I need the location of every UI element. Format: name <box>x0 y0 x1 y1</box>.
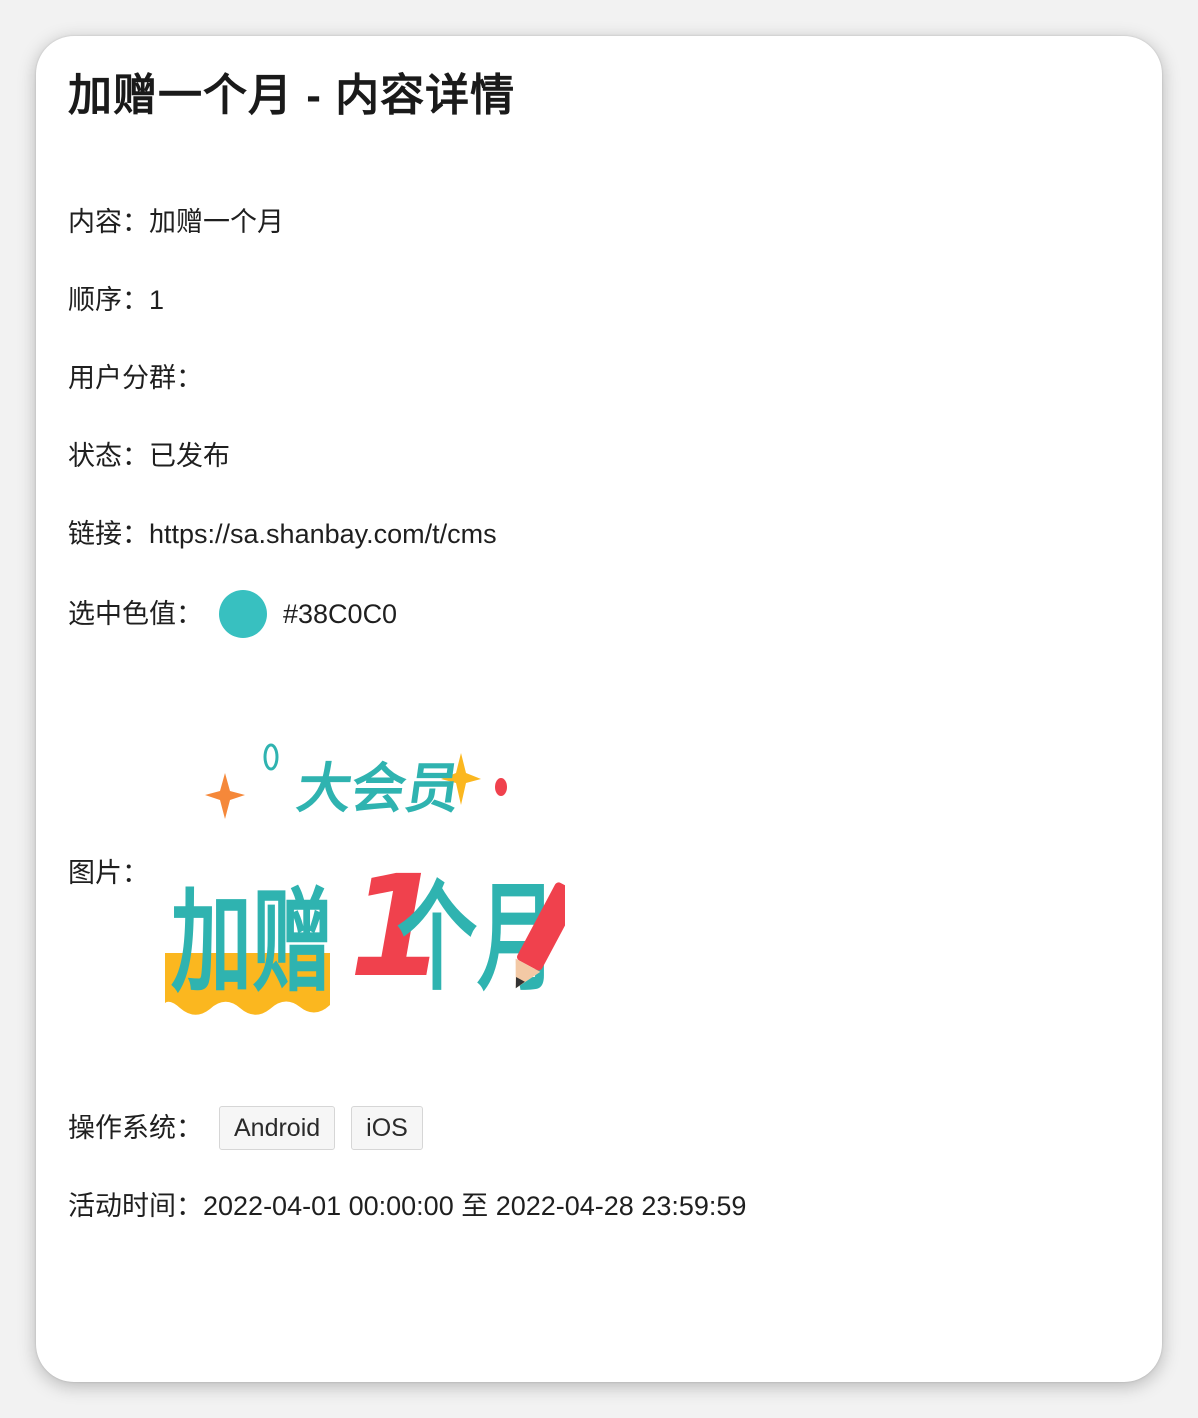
segment-label: 用户分群： <box>68 363 203 393</box>
os-tag-android: Android <box>219 1106 336 1150</box>
page-title: 加赠一个月 - 内容详情 <box>68 71 516 120</box>
os-label: 操作系统： <box>68 1113 203 1143</box>
link-label: 链接： <box>68 519 149 549</box>
status-value: 已发布 <box>149 441 230 471</box>
content-label: 内容： <box>68 207 149 237</box>
detail-card: 加赠一个月 - 内容详情 内容： 加赠一个月 顺序： 1 用户分群： 状态： 已… <box>36 36 1162 1382</box>
color-value: #38C0C0 <box>283 599 398 629</box>
time-value: 2022-04-01 00:00:00 至 2022-04-28 23:59:5… <box>203 1191 747 1221</box>
color-row: 选中色值： #38C0C0 <box>68 590 397 638</box>
ring-shape <box>263 743 279 771</box>
order-label: 顺序： <box>68 285 149 315</box>
status-row: 状态： 已发布 <box>68 438 230 474</box>
sparkle-left-shape <box>205 773 245 819</box>
image-label: 图片： <box>68 858 149 888</box>
content-row: 内容： 加赠一个月 <box>68 204 284 240</box>
banner-image: 大会员 加赠 1 个月 <box>165 723 565 1023</box>
link-value: https://sa.shanbay.com/t/cms <box>149 519 497 549</box>
os-tag-ios: iOS <box>351 1106 423 1150</box>
segment-row: 用户分群： <box>68 360 203 396</box>
link-row: 链接： https://sa.shanbay.com/t/cms <box>68 516 497 552</box>
content-value: 加赠一个月 <box>149 207 284 237</box>
color-swatch <box>219 590 267 638</box>
os-row: 操作系统： Android iOS <box>68 1105 423 1151</box>
color-label: 选中色值： <box>68 599 203 629</box>
image-row: 图片： 大会员 加赠 1 个月 <box>68 686 565 1060</box>
status-label: 状态： <box>68 441 149 471</box>
order-row: 顺序： 1 <box>68 282 164 318</box>
time-row: 活动时间： 2022-04-01 00:00:00 至 2022-04-28 2… <box>68 1188 746 1224</box>
order-value: 1 <box>149 285 165 315</box>
time-label: 活动时间： <box>68 1191 203 1221</box>
banner-main-text-1: 加赠 <box>171 878 333 1008</box>
banner-top-text: 大会员 <box>293 757 464 820</box>
red-dot-shape <box>495 778 507 796</box>
